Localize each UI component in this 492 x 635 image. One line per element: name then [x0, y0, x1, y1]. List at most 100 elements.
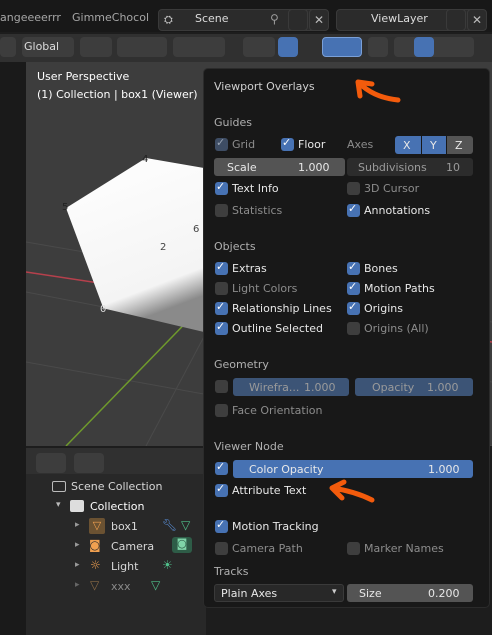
section-geometry: Geometry: [214, 358, 269, 371]
axis-y-label: Y: [430, 139, 437, 152]
collection-icon: [70, 500, 84, 512]
solid-shading-button[interactable]: [414, 37, 434, 57]
light-colors-checkbox[interactable]: [215, 282, 228, 295]
mesh-data-icon[interactable]: ▽: [151, 578, 160, 592]
pivot-dropdown[interactable]: [80, 37, 112, 57]
marker-names-checkbox[interactable]: [347, 542, 360, 555]
proportional-edit-toggle[interactable]: [173, 37, 225, 57]
chevron-down-icon[interactable]: ▾: [56, 500, 61, 510]
shading-modes[interactable]: [394, 37, 474, 57]
attribute-text-checkbox[interactable]: [215, 482, 228, 497]
face-orientation-checkbox[interactable]: [215, 404, 228, 417]
motion-paths-label: Motion Paths: [364, 282, 435, 295]
camera-path-checkbox[interactable]: [215, 542, 228, 555]
camera-path-label: Camera Path: [232, 542, 303, 555]
scene-collection-icon: [52, 481, 66, 492]
visibility-dropdown[interactable]: [243, 37, 275, 57]
chevron-right-icon[interactable]: ▸: [75, 580, 80, 590]
section-viewer-node: Viewer Node: [214, 440, 284, 453]
color-opacity-value: 1.000: [428, 463, 460, 476]
vertex-label-0: 0: [100, 304, 106, 315]
axis-z-label: Z: [455, 139, 463, 152]
motion-paths-checkbox[interactable]: [347, 280, 360, 295]
display-mode-dropdown[interactable]: [36, 453, 66, 473]
tab-scene-file-1[interactable]: angeeeerrr: [0, 11, 61, 24]
camera-data-icon[interactable]: ◙: [172, 537, 192, 553]
motion-tracking-checkbox[interactable]: [215, 518, 228, 533]
section-guides: Guides: [214, 116, 253, 129]
annotations-checkbox[interactable]: [347, 202, 360, 217]
origins-all-label: Origins (All): [364, 322, 429, 335]
orientation-label: Global: [24, 40, 60, 53]
view-layer-name: ViewLayer: [371, 12, 428, 25]
color-opacity-checkbox[interactable]: [215, 460, 228, 475]
subdivisions-value: 10: [446, 161, 460, 174]
extras-label: Extras: [232, 262, 267, 275]
gizmo-toggle[interactable]: [278, 37, 298, 57]
new-scene-button[interactable]: [288, 9, 308, 31]
attribute-text-label: Attribute Text: [232, 484, 307, 497]
outline-selected-label: Outline Selected: [232, 322, 323, 335]
light-data-icon[interactable]: ☀: [162, 558, 173, 572]
chevron-right-icon[interactable]: ▸: [75, 560, 80, 570]
new-view-layer-button[interactable]: [446, 9, 466, 31]
wireframe-label: Wirefra...: [249, 381, 300, 394]
statistics-checkbox[interactable]: [215, 204, 228, 217]
section-tracks: Tracks: [214, 565, 249, 578]
popover-title: Viewport Overlays: [214, 80, 315, 93]
relationship-lines-checkbox[interactable]: [215, 300, 228, 315]
editor-type-button[interactable]: [0, 37, 16, 57]
chevron-right-icon[interactable]: ▸: [75, 520, 80, 530]
opacity-label: Opacity: [372, 381, 415, 394]
grid-checkbox[interactable]: [215, 136, 228, 151]
left-editor-strip: [0, 62, 26, 635]
origins-all-checkbox[interactable]: [347, 322, 360, 335]
collection-label[interactable]: Collection: [90, 500, 144, 513]
outliner-item-camera[interactable]: Camera: [111, 540, 154, 553]
axis-x-label: X: [403, 139, 411, 152]
scene-icon: ⛭: [164, 13, 173, 26]
outliner-item-light[interactable]: Light: [111, 560, 138, 573]
vertex-label-4: 4: [142, 154, 148, 165]
motion-tracking-label: Motion Tracking: [232, 520, 319, 533]
scene-collection-label[interactable]: Scene Collection: [71, 480, 162, 493]
face-orientation-label: Face Orientation: [232, 404, 323, 417]
section-objects: Objects: [214, 240, 256, 253]
outline-selected-checkbox[interactable]: [215, 320, 228, 335]
vertex-label-2: 2: [160, 242, 166, 253]
extras-checkbox[interactable]: [215, 260, 228, 275]
wireframe-checkbox[interactable]: [215, 380, 228, 393]
pin-icon[interactable]: ⚲: [270, 12, 279, 26]
xray-toggle[interactable]: [368, 37, 388, 57]
remove-view-layer-icon[interactable]: ✕: [467, 9, 487, 31]
outliner-item-box1[interactable]: box1: [111, 520, 138, 533]
color-opacity-label: Color Opacity: [249, 463, 324, 476]
filter-dropdown[interactable]: [74, 453, 104, 473]
3d-cursor-checkbox[interactable]: [347, 182, 360, 195]
floor-label: Floor: [298, 138, 326, 151]
cube: [66, 158, 204, 332]
scene-name: Scene: [195, 12, 229, 25]
scale-value: 1.000: [298, 161, 330, 174]
overlays-toggle[interactable]: [322, 37, 362, 57]
chevron-right-icon[interactable]: ▸: [75, 540, 80, 550]
floor-checkbox[interactable]: [281, 136, 294, 151]
mesh-data-icon[interactable]: ▽: [181, 518, 190, 532]
statistics-label: Statistics: [232, 204, 283, 217]
remove-scene-icon[interactable]: ✕: [309, 9, 329, 31]
text-info-checkbox[interactable]: [215, 180, 228, 195]
marker-names-label: Marker Names: [364, 542, 444, 555]
text-info-label: Text Info: [232, 182, 279, 195]
snap-toggle[interactable]: [117, 37, 167, 57]
origins-checkbox[interactable]: [347, 300, 360, 315]
tab-scene-file-2[interactable]: GimmeChocol: [72, 11, 149, 24]
light-object-icon: ☼: [90, 558, 101, 572]
annotations-label: Annotations: [364, 204, 431, 217]
outliner-item-xxx[interactable]: xxx: [111, 580, 131, 593]
grid-label: Grid: [232, 138, 256, 151]
bones-label: Bones: [364, 262, 398, 275]
camera-object-icon: ◙: [89, 538, 101, 552]
bones-checkbox[interactable]: [347, 260, 360, 275]
opacity-value: 1.000: [427, 381, 459, 394]
wrench-icon[interactable]: 🔧︎: [162, 518, 177, 532]
